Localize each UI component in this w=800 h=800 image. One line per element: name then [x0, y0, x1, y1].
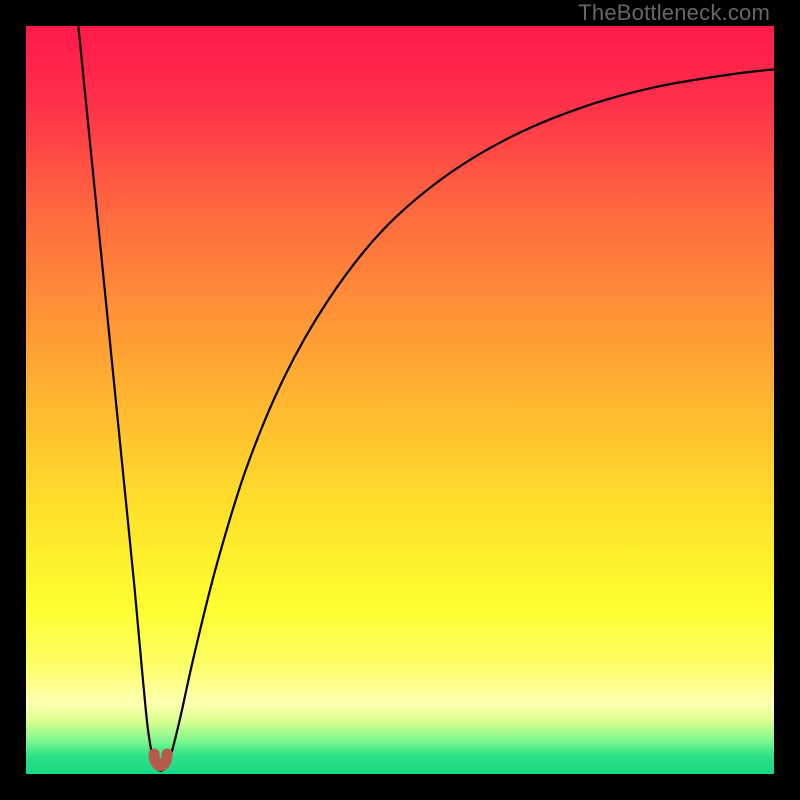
watermark-text: TheBottleneck.com — [578, 0, 770, 26]
minimum-marker-icon — [154, 754, 167, 766]
curve-layer — [26, 26, 774, 774]
plot-area — [26, 26, 774, 774]
bottleneck-curve — [78, 26, 774, 771]
chart-frame: TheBottleneck.com — [0, 0, 800, 800]
